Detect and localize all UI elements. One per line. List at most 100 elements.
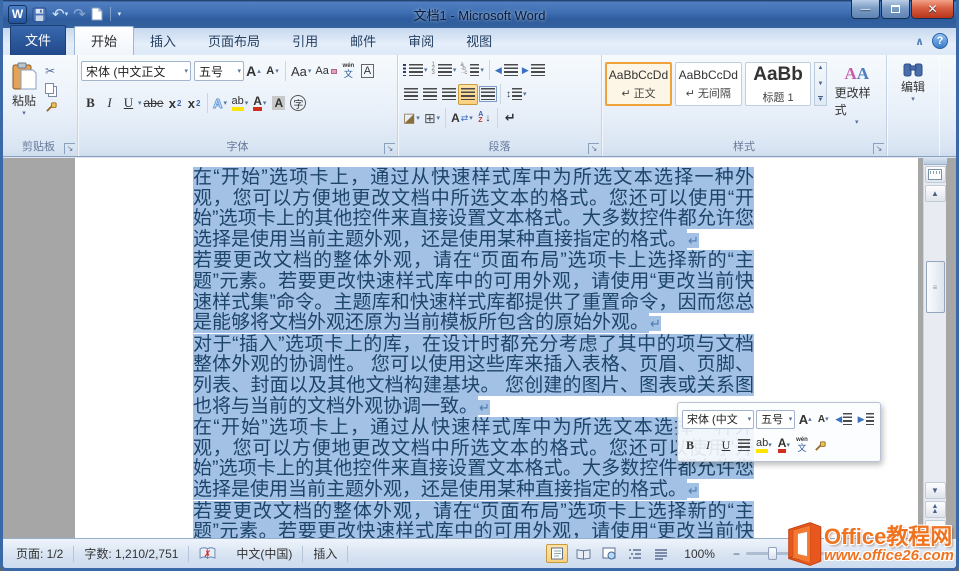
mini-phonetic-button[interactable]: wén 文 [794,436,810,455]
phonetic-guide-button[interactable]: wén 文 [339,61,358,82]
styles-scroll-up[interactable]: ▲ [818,65,824,71]
character-shading-button[interactable]: A [269,93,288,114]
minimize-button[interactable]: — [851,0,880,19]
mini-underline-button[interactable]: U [718,436,734,455]
editing-button[interactable]: 编辑 ▾ [890,58,936,105]
font-name-combo[interactable]: 宋体 (中文正文 ▾ [81,61,191,81]
paragraph[interactable]: 对于“插入”选项卡上的库，在设计时都充分考虑了其中的项与文档整体外观的协调性。 … [193,333,754,418]
tab-references[interactable]: 引用 [276,27,334,55]
styles-scroll-down[interactable]: ▼ [818,81,824,87]
web-layout-view-button[interactable] [598,544,620,563]
sort-button[interactable]: A Z ↓ [475,108,494,129]
justify-button[interactable] [458,83,478,105]
document-page[interactable]: 在“开始”选项卡上，通过从快速样式库中为所选文本选择一种外观，您可以方便地更改文… [75,158,918,538]
draft-view-button[interactable] [650,544,672,563]
help-button[interactable]: ? [932,33,948,49]
tab-mailings[interactable]: 邮件 [334,27,392,55]
mini-format-painter-button[interactable] [812,436,829,455]
text-effects-button[interactable]: A ▾ [211,93,230,114]
underline-dropdown-icon[interactable]: ▾ [138,99,142,107]
mini-font-name-combo[interactable]: 宋体 (中文 ▾ [682,409,755,429]
collapse-ribbon-button[interactable]: ∧ [915,35,924,48]
align-center-button[interactable] [420,84,439,105]
show-hide-marks-button[interactable]: ↵ [501,108,520,129]
style-no-spacing[interactable]: AaBbCcDd ↵ 无间隔 [674,62,742,106]
character-border-button[interactable]: A [358,61,377,82]
font-color-button[interactable]: A ▾ [250,93,269,114]
tab-file[interactable]: 文件 [10,25,67,55]
enclose-characters-button[interactable]: 字 [288,93,308,114]
align-left-button[interactable] [401,84,420,105]
scrollbar-thumb[interactable]: ≡ [925,261,945,313]
full-screen-reading-view-button[interactable] [572,544,594,563]
mini-italic-button[interactable]: I [700,436,716,455]
split-handle[interactable] [923,158,947,165]
increase-indent-button[interactable]: ▶ [520,60,547,81]
borders-button[interactable]: ⊞ ▾ [422,108,442,129]
grow-font-button[interactable]: A ▴ [244,61,263,82]
print-layout-view-button[interactable] [546,544,569,563]
bold-button[interactable]: B [81,93,100,114]
paragraph[interactable]: 若要更改文档的整体外观，请在“页面布局”选项卡上选择新的“主题”元素。若要更改快… [193,250,754,334]
highlight-button[interactable]: ab ▾ [230,93,251,114]
numbering-button[interactable]: 1 2 3 ▾ [430,60,459,81]
font-dialog-launcher[interactable]: ↘ [384,143,395,154]
clipboard-dialog-launcher[interactable]: ↘ [64,143,75,154]
styles-gallery-more[interactable]: ▼ [817,96,824,103]
vertical-scrollbar[interactable]: ▲ ≡ ▼ ▲ ▲ ○ [923,158,947,538]
clear-formatting-button[interactable]: Aa [313,61,338,82]
bullets-button[interactable]: ▾ [401,60,430,81]
paste-button[interactable]: 粘贴 ▾ [3,58,45,117]
format-painter-button[interactable] [45,99,58,114]
mini-bold-button[interactable]: B [682,436,698,455]
language-indicator[interactable]: 中文(中国) [226,545,302,563]
mini-shrink-font-button[interactable]: A ▾ [815,410,831,429]
mini-center-button[interactable] [736,436,752,455]
zoom-slider-thumb[interactable] [767,547,777,560]
cut-button[interactable]: ✂ [45,63,58,78]
outline-view-button[interactable] [624,544,646,563]
mini-highlight-button[interactable]: ab ▾ [754,436,774,455]
subscript-button[interactable]: x2 [166,93,185,114]
scroll-down-button[interactable]: ▼ [924,482,946,499]
superscript-button[interactable]: x2 [185,93,204,114]
font-size-combo[interactable]: 五号 ▾ [194,61,244,81]
previous-page-button[interactable]: ▲ ▲ [924,501,946,518]
strikethrough-button[interactable]: abe [142,93,166,114]
word-count-indicator[interactable]: 字数: 1,210/2,751 [74,545,188,563]
page-indicator[interactable]: 页面: 1/2 [6,545,73,563]
mini-decrease-indent-button[interactable]: ◀ [833,410,853,429]
mini-grow-font-button[interactable]: A ▴ [797,410,813,429]
tab-page-layout[interactable]: 页面布局 [192,27,276,55]
proofing-status-button[interactable]: ✗ [189,545,226,563]
scrollbar-track[interactable]: ≡ [924,203,947,481]
change-case-button[interactable]: Aa ▾ [289,61,313,82]
shrink-font-button[interactable]: A ▾ [263,61,282,82]
mini-font-color-button[interactable]: A ▾ [776,436,792,455]
style-heading-1[interactable]: AaBb 标题 1 [744,62,812,106]
distributed-button[interactable] [478,84,497,105]
zoom-level[interactable]: 100% [676,545,719,563]
tab-home[interactable]: 开始 [74,26,135,55]
tab-review[interactable]: 审阅 [392,27,450,55]
insert-mode-indicator[interactable]: 插入 [303,545,347,563]
zoom-out-button[interactable]: − [733,547,740,561]
paragraph[interactable]: 若要更改文档的整体外观，请在“页面布局”选项卡上选择新的“主题”元素。若要更改快… [193,500,754,538]
italic-button[interactable]: I [100,93,119,114]
paragraph[interactable]: 在“开始”选项卡上，通过从快速样式库中为所选文本选择一种外观，您可以方便地更改文… [193,167,754,251]
line-spacing-button[interactable]: ↕ ▾ [504,84,529,105]
shading-button[interactable]: ◪ ▾ [401,108,422,129]
paragraph-dialog-launcher[interactable]: ↘ [588,143,599,154]
decrease-indent-button[interactable]: ◀ [493,60,520,81]
multilevel-list-button[interactable]: a ·b ··c ▾ [458,60,486,81]
align-right-button[interactable] [439,84,458,105]
underline-button[interactable]: U [119,93,138,114]
scroll-up-button[interactable]: ▲ [924,185,946,202]
mini-font-size-combo[interactable]: 五号 ▾ [756,409,796,429]
tab-insert[interactable]: 插入 [134,27,192,55]
change-styles-button[interactable]: AA 更改样式 ▾ [831,62,883,128]
close-button[interactable]: ✕ [911,0,954,19]
mini-increase-indent-button[interactable]: ▶ [856,410,876,429]
styles-dialog-launcher[interactable]: ↘ [873,143,884,154]
style-normal[interactable]: AaBbCcDd ↵ 正文 [605,62,672,106]
